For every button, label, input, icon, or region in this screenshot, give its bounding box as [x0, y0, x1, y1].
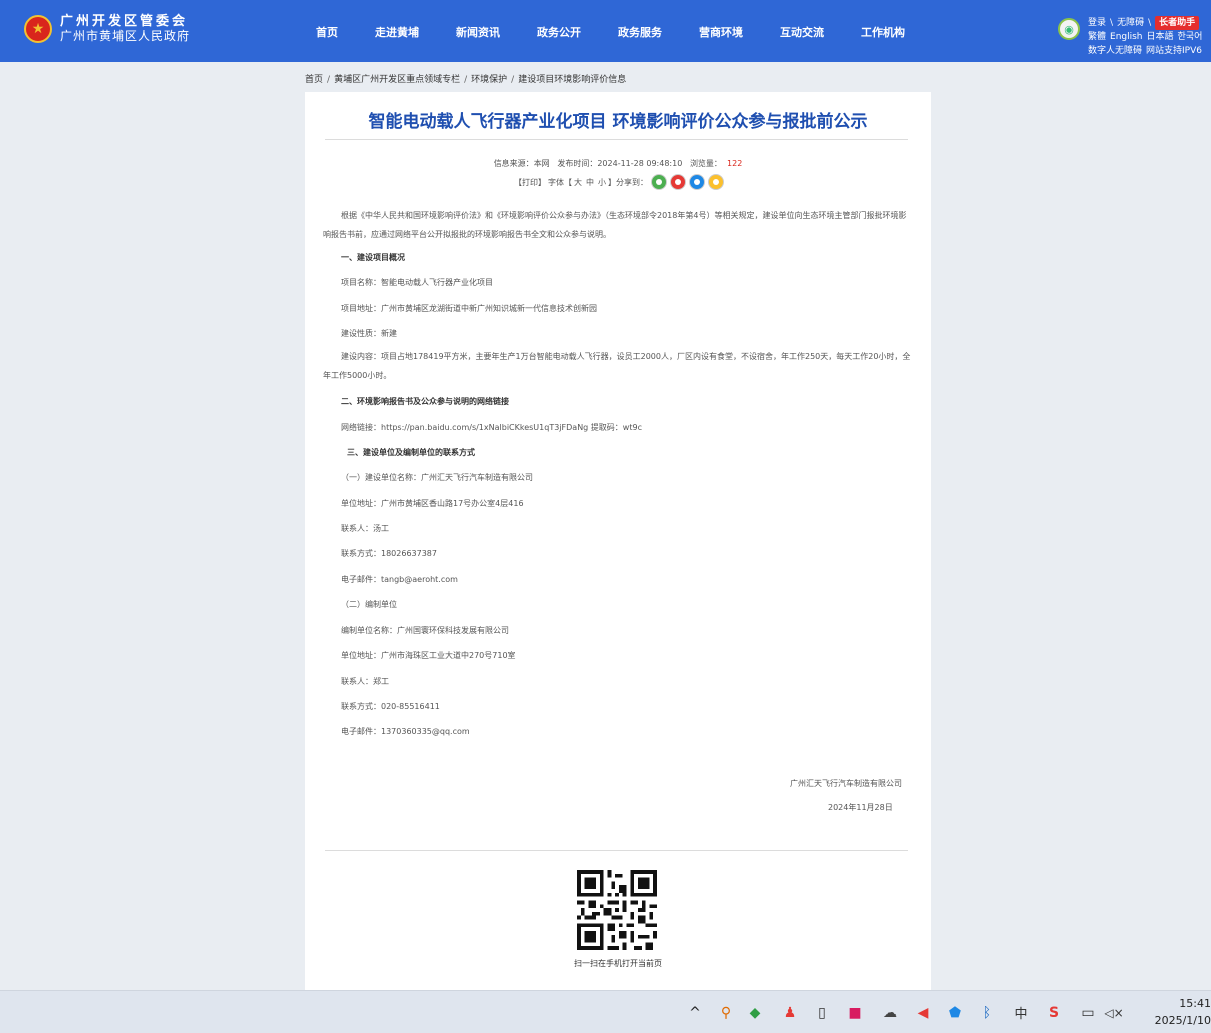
ipv6-badge: 网站支持IPV6 — [1146, 46, 1202, 56]
font-small-button[interactable]: 小 — [598, 177, 606, 188]
section1-heading: 一、建设项目概况 — [341, 253, 405, 262]
title-divider — [325, 139, 908, 140]
clipboard-icon[interactable]: ▯ — [812, 991, 832, 1033]
footer-divider — [325, 850, 908, 851]
digital-person-link[interactable]: 数字人无障碍 — [1088, 44, 1142, 58]
network-icon[interactable]: ▭ — [1078, 991, 1098, 1033]
project-nature: 建设性质：新建 — [341, 329, 397, 338]
search-icon[interactable]: ⚲ — [716, 991, 736, 1033]
media-app-icon[interactable]: ■ — [845, 991, 865, 1033]
intro-paragraph: 根据《中华人民共和国环境影响评价法》和《环境影响评价公众参与办法》（生态环境部令… — [323, 211, 907, 239]
utility-links: 登录 \ 无障碍 \ 长者助手 繁體 English 日本語 한국어 数字人无障… — [1088, 16, 1203, 58]
site-title-line1: 广州开发区管委会 — [60, 14, 189, 29]
signature-company: 广州汇天飞行汽车制造有限公司 — [790, 779, 902, 788]
breadcrumb: 首页 / 黄埔区广州开发区重点领域专栏 / 环境保护 / 建设项目环境影响评价信息 — [305, 75, 627, 85]
unit1-address: 单位地址：广州市黄埔区香山路17号办公室4层416 — [341, 499, 524, 508]
qr-caption: 扫一扫在手机打开当前页 — [574, 959, 662, 968]
unit2-email[interactable]: 电子邮件：1370360335@qq.com — [341, 726, 470, 737]
unit1-contact: 联系人：汤工 — [341, 524, 389, 533]
project-content: 建设内容：项目占地178419平方米，主要年生产1万台智能电动载人飞行器，设员工… — [323, 352, 911, 380]
section3-heading: 三、建设单位及编制单位的联系方式 — [347, 448, 475, 457]
chat-app-icon[interactable]: ◆ — [745, 991, 765, 1033]
main-nav: 首页 走进黄埔 新闻资讯 政务公开 政务服务 营商环境 互动交流 工作机构 — [316, 24, 942, 40]
article-tools: 【打印】 字体【 大 中 小 】 分享到： — [305, 174, 931, 190]
unit1-email[interactable]: 电子邮件：tangb@aeroht.com — [341, 574, 458, 585]
unit2-address: 单位地址：广州市海珠区工业大道中270号710室 — [341, 651, 516, 660]
nav-item-agencies[interactable]: 工作机构 — [861, 24, 905, 40]
article-title: 智能电动载人飞行器产业化项目 环境影响评价公众参与报批前公示 — [368, 112, 868, 132]
system-clock[interactable]: 15:41 2025/1/10 — [1152, 995, 1211, 1029]
unit2-phone: 联系方式：020-85516411 — [341, 702, 440, 711]
breadcrumb-env-protection[interactable]: 环境保护 — [471, 75, 507, 85]
article-source: 本网 — [533, 159, 550, 168]
globe-icon: ◉ — [1058, 18, 1080, 40]
view-count: 122 — [727, 159, 743, 168]
breadcrumb-special-column[interactable]: 黄埔区广州开发区重点领域专栏 — [334, 75, 460, 85]
article-meta: 信息来源：本网 发布时间：2024-11-28 09:48:10 浏览量： 12… — [493, 159, 743, 168]
accessibility-link[interactable]: 无障碍 — [1117, 16, 1144, 30]
share-weibo-icon[interactable] — [670, 174, 686, 190]
english-link[interactable]: English — [1110, 30, 1143, 44]
unit1-phone: 联系方式：18026637387 — [341, 549, 437, 558]
nav-item-services[interactable]: 政务服务 — [618, 24, 662, 40]
font-medium-button[interactable]: 中 — [586, 177, 594, 188]
section2-heading: 二、环境影响报告书及公众参与说明的网络链接 — [341, 397, 509, 406]
project-name: 项目名称：智能电动载人飞行器产业化项目 — [341, 278, 493, 287]
compiling-unit-heading: （二）编制单位 — [341, 600, 397, 609]
unit2-name: 编制单位名称：广州国寰环保科技发展有限公司 — [341, 626, 509, 635]
security-shield-icon[interactable]: ⬟ — [945, 991, 965, 1033]
print-button[interactable]: 【打印】 — [514, 177, 546, 188]
signature-date: 2024年11月28日 — [828, 803, 893, 812]
cloud-icon[interactable]: ☁ — [880, 991, 900, 1033]
site-title-line2: 广州市黄埔区人民政府 — [60, 29, 191, 43]
sogou-input-icon[interactable]: S — [1044, 991, 1064, 1033]
national-emblem-icon: ★ — [24, 15, 52, 43]
publish-time: 2024-11-28 09:48:10 — [597, 159, 683, 168]
volume-muted-icon[interactable]: ◁× — [1102, 991, 1126, 1033]
nav-item-interaction[interactable]: 互动交流 — [780, 24, 824, 40]
nav-item-gov-affairs[interactable]: 政务公开 — [537, 24, 581, 40]
font-large-button[interactable]: 大 — [574, 177, 582, 188]
share-qq-icon[interactable] — [689, 174, 705, 190]
share-qzone-icon[interactable] — [708, 174, 724, 190]
login-link[interactable]: 登录 — [1088, 16, 1106, 30]
japanese-link[interactable]: 日本語 — [1147, 30, 1174, 44]
nav-item-about[interactable]: 走进黄埔 — [375, 24, 419, 40]
elder-assistant-button[interactable]: 长者助手 — [1155, 16, 1200, 30]
nav-item-home[interactable]: 首页 — [316, 24, 338, 40]
project-address: 项目地址：广州市黄埔区龙湖街道中新广州知识城新一代信息技术创新园 — [341, 304, 597, 313]
taskbar: ^ ⚲ ◆ ♟ ▯ ■ ☁ ◀ ⬟ ᛒ 中 S ▭ ◁× 15:41 2025/… — [0, 990, 1211, 1033]
qr-code-image — [577, 870, 657, 950]
speaker-app-icon[interactable]: ◀ — [913, 991, 933, 1033]
network-link[interactable]: 网络链接：https://pan.baidu.com/s/1xNalbiCKke… — [341, 422, 642, 433]
clock-time: 15:41 — [1179, 997, 1211, 1010]
unit2-contact: 联系人：郑工 — [341, 677, 389, 686]
clock-date: 2025/1/10 — [1154, 1014, 1211, 1027]
share-wechat-icon[interactable] — [651, 174, 667, 190]
ime-indicator[interactable]: 中 — [1010, 991, 1032, 1033]
korean-link[interactable]: 한국어 — [1178, 30, 1203, 44]
show-hidden-icons-chevron-icon[interactable]: ^ — [686, 991, 704, 1033]
user-app-icon[interactable]: ♟ — [780, 991, 800, 1033]
site-header: ★ 广州开发区管委会 广州市黄埔区人民政府 首页 走进黄埔 新闻资讯 政务公开 … — [0, 0, 1211, 62]
breadcrumb-home[interactable]: 首页 — [305, 75, 323, 85]
breadcrumb-eia-info[interactable]: 建设项目环境影响评价信息 — [518, 75, 626, 85]
nav-item-news[interactable]: 新闻资讯 — [456, 24, 500, 40]
traditional-chinese-link[interactable]: 繁體 — [1088, 30, 1106, 44]
nav-item-business[interactable]: 营商环境 — [699, 24, 743, 40]
site-logo[interactable]: ★ 广州开发区管委会 广州市黄埔区人民政府 — [24, 14, 190, 44]
bluetooth-icon[interactable]: ᛒ — [977, 991, 997, 1033]
construction-unit-name: （一）建设单位名称：广州汇天飞行汽车制造有限公司 — [341, 473, 533, 482]
